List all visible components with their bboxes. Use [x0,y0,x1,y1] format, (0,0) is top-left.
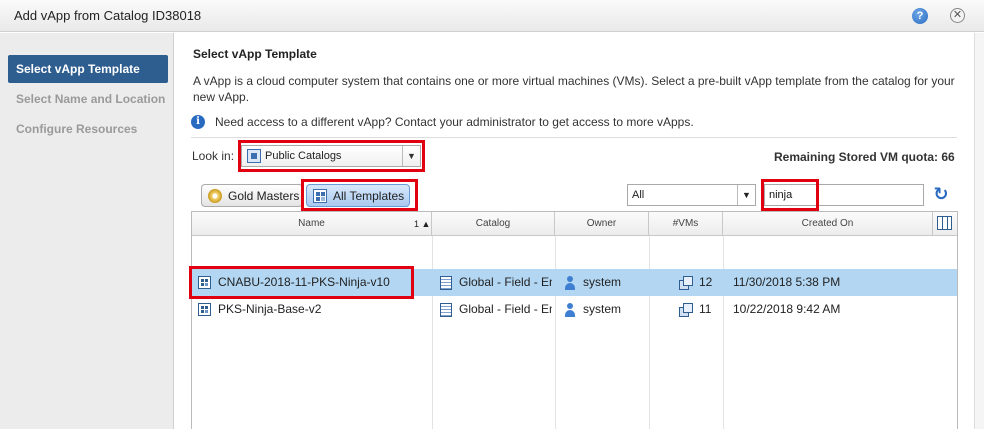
row-created: 10/22/2018 9:42 AM [733,302,841,316]
filter-value: All [632,189,645,201]
filter-select[interactable]: All ▼ [627,184,756,206]
column-header-catalog[interactable]: Catalog [432,212,555,236]
catalog-icon [440,302,452,317]
help-icon[interactable]: ? [912,8,928,24]
row-catalog: Global - Field - Enablement [459,275,552,289]
column-divider [555,236,556,429]
catalog-icon [440,275,452,290]
main-panel: Select vApp Template A vApp is a cloud c… [175,33,974,429]
highlight-box-selected-row [189,266,414,299]
look-in-label: Look in: [192,149,235,163]
step-select-name-location: Select Name and Location [16,92,166,106]
row-vms-cell: 11 [679,296,721,323]
row-name: PKS-Ninja-Base-v2 [218,302,322,316]
row-owner-cell: system [564,296,646,323]
step-select-vapp-template[interactable]: Select vApp Template [8,55,168,83]
column-divider [723,236,724,429]
sort-indicator: 1 ▲ [414,219,431,229]
row-name-cell: PKS-Ninja-Base-v2 [198,296,430,323]
table-row[interactable]: PKS-Ninja-Base-v2 Global - Field - Enabl… [192,296,957,323]
user-icon [564,302,576,317]
window-title: Add vApp from Catalog ID38018 [14,8,202,23]
row-catalog: Global - Field - Enablement [459,302,552,316]
vapp-template-icon [198,303,211,316]
highlight-box-search [761,179,819,211]
row-owner: system [583,302,622,316]
column-header-created-on[interactable]: Created On [723,212,933,236]
vms-icon [679,303,693,317]
page-description: A vApp is a cloud computer system that c… [193,74,955,104]
gold-masters-label: Gold Masters [228,188,300,203]
row-catalog-cell: Global - Field - Enablement [440,296,552,323]
vms-icon [679,276,693,290]
row-vms: 11 [699,302,712,316]
close-icon[interactable]: ✕ [950,8,965,23]
template-grid: Name 1 ▲ Catalog Owner #VMs Created On C… [191,211,958,429]
info-icon: i [191,115,205,129]
row-catalog-cell: Global - Field - Enablement [440,269,552,296]
user-icon [564,275,576,290]
column-header-owner[interactable]: Owner [555,212,649,236]
gold-masters-button[interactable]: Gold Masters [201,184,303,207]
page-title: Select vApp Template [193,47,317,61]
column-header-vms[interactable]: #VMs [649,212,723,236]
highlight-box-all-templates [301,179,418,211]
disc-icon [208,188,222,203]
row-vms: 12 [699,275,713,289]
vm-quota: Remaining Stored VM quota: 66 [774,150,955,164]
divider [191,137,957,138]
info-message: i Need access to a different vApp? Conta… [191,115,694,129]
vertical-scrollbar[interactable] [974,33,984,429]
grid-header: Name 1 ▲ Catalog Owner #VMs Created On [192,212,957,236]
column-picker-icon[interactable] [937,216,952,230]
row-owner: system [583,275,622,289]
row-created: 11/30/2018 5:38 PM [733,275,841,289]
column-divider [432,236,433,429]
column-header-name[interactable]: Name [192,212,432,236]
highlight-box-look-in [238,140,425,172]
step-configure-resources: Configure Resources [16,122,138,136]
row-owner-cell: system [564,269,646,296]
row-vms-cell: 12 [679,269,721,296]
column-divider [649,236,650,429]
chevron-down-icon[interactable]: ▼ [737,185,755,205]
info-text: Need access to a different vApp? Contact… [215,115,694,129]
refresh-icon[interactable]: ↻ [932,185,950,203]
wizard-steps: Select vApp Template Select Name and Loc… [0,33,174,429]
title-bar: Add vApp from Catalog ID38018 ? ✕ [0,0,984,32]
